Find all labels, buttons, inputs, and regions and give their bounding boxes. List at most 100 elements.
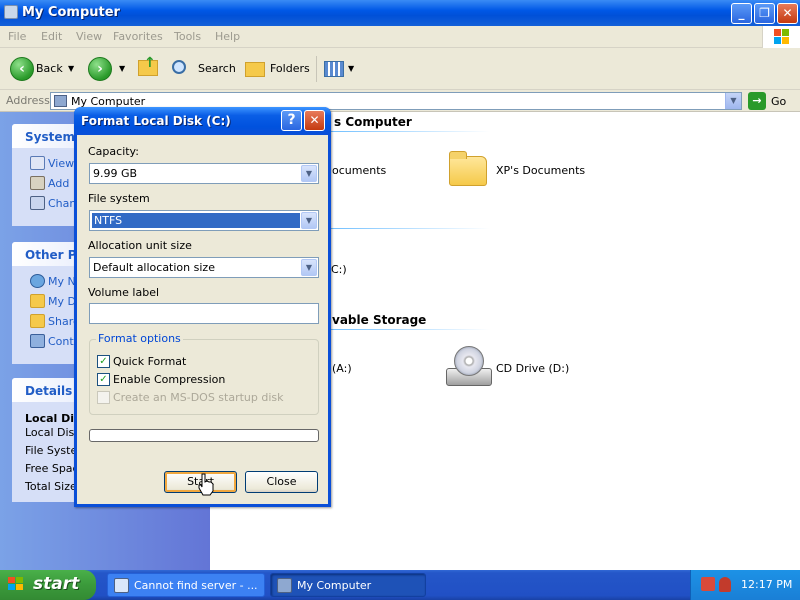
chevron-down-icon[interactable]: ▼ [301, 165, 317, 182]
taskbar-item-browser[interactable]: Cannot find server - ... [107, 573, 265, 597]
format-options-label: Format options [96, 332, 183, 345]
documents-item-label[interactable]: ocuments [332, 164, 386, 177]
msdos-startup-checkbox [97, 391, 110, 404]
back-button[interactable]: ‹ Back ▼ [8, 56, 78, 82]
filesystem-select[interactable]: NTFS ▼ [89, 210, 319, 231]
menu-help[interactable]: Help [215, 30, 240, 43]
dialog-title: Format Local Disk (C:) [81, 114, 231, 128]
link-label: Add [48, 177, 70, 190]
views-dropdown-icon: ▼ [348, 64, 355, 73]
windows-logo-icon [762, 26, 800, 48]
chevron-down-icon[interactable]: ▼ [301, 212, 317, 229]
search-button[interactable]: Search [168, 56, 236, 82]
menu-favorites[interactable]: Favorites [113, 30, 163, 43]
network-icon [30, 274, 45, 288]
computer-icon [4, 5, 18, 19]
taskbar: start Cannot find server - ... My Comput… [0, 570, 800, 600]
hand-cursor-icon [198, 473, 214, 496]
address-label: Address [6, 94, 50, 107]
browser-window-icon [114, 578, 129, 593]
back-dropdown-icon[interactable]: ▼ [68, 56, 74, 82]
format-options-group: Format options ✓ Quick Format ✓ Enable C… [89, 332, 319, 415]
start-button-taskbar[interactable]: start [0, 570, 96, 600]
floppy-drive-label[interactable]: (A:) [332, 362, 352, 375]
security-alert-icon[interactable] [701, 577, 715, 591]
menu-tools[interactable]: Tools [174, 30, 201, 43]
compression-label[interactable]: Enable Compression [113, 373, 225, 386]
link-label: Chan [48, 197, 77, 210]
menu-file[interactable]: File [8, 30, 26, 43]
help-button[interactable]: ? [281, 110, 302, 131]
section-divider [330, 131, 490, 132]
menu-view[interactable]: View [76, 30, 102, 43]
filesystem-label: File system [88, 192, 150, 205]
forward-dropdown-icon[interactable]: ▼ [119, 56, 125, 82]
system-tray: 12:17 PM [690, 570, 800, 600]
search-label: Search [198, 62, 236, 75]
views-button[interactable]: ▼ [322, 56, 356, 82]
up-arrow-icon: ↑ [144, 55, 156, 71]
clock: 12:17 PM [741, 578, 793, 591]
computer-icon [277, 578, 292, 593]
format-disk-dialog: Format Local Disk (C:) ? ✕ Capacity: 9.9… [74, 107, 331, 507]
taskbar-item-label: My Computer [297, 579, 372, 592]
security-shield-icon[interactable] [719, 577, 731, 592]
dialog-close-button[interactable]: Close [245, 471, 318, 493]
taskbar-item-my-computer[interactable]: My Computer [270, 573, 426, 597]
folders-icon [245, 62, 265, 77]
folders-button[interactable]: Folders [242, 56, 310, 82]
compression-checkbox[interactable]: ✓ [97, 373, 110, 386]
quick-format-checkbox[interactable]: ✓ [97, 355, 110, 368]
go-label: Go [771, 95, 787, 108]
start-label: start [33, 574, 80, 594]
folder-icon [30, 294, 45, 308]
dialog-titlebar[interactable]: Format Local Disk (C:) ? ✕ [74, 107, 331, 135]
volume-label-input[interactable] [89, 303, 319, 324]
allocation-label: Allocation unit size [88, 239, 192, 252]
quick-format-label[interactable]: Quick Format [113, 355, 186, 368]
minimize-button[interactable]: _ [731, 3, 752, 24]
standard-toolbar: ‹ Back ▼ › ▼ ↑ Search Folders ▼ [0, 48, 800, 90]
volume-label-caption: Volume label [88, 286, 160, 299]
xp-documents-label[interactable]: XP's Documents [496, 164, 585, 177]
cd-drive-label[interactable]: CD Drive (D:) [496, 362, 569, 375]
toolbar-separator [316, 56, 317, 82]
folder-icon[interactable] [449, 151, 487, 186]
menu-bar: File Edit View Favorites Tools Help [0, 26, 800, 48]
settings-icon [30, 196, 45, 210]
shared-folder-icon [30, 314, 45, 328]
control-panel-icon [30, 334, 45, 348]
dialog-close-icon[interactable]: ✕ [304, 110, 325, 131]
address-dropdown-icon[interactable]: ▼ [725, 93, 741, 109]
window-title: My Computer [22, 5, 120, 20]
forward-button[interactable]: › ▼ [86, 56, 130, 82]
close-button[interactable]: ✕ [777, 3, 798, 24]
taskbar-item-label: Cannot find server - ... [134, 579, 258, 592]
link-label: View [48, 157, 75, 170]
go-arrow-icon: → [748, 92, 766, 110]
local-disk-label[interactable]: C:) [331, 263, 347, 276]
search-icon [172, 60, 186, 74]
cd-drive-icon[interactable] [446, 346, 492, 390]
window-titlebar[interactable]: My Computer _ ❐ ✕ [0, 0, 800, 26]
section-divider [330, 228, 490, 229]
capacity-label: Capacity: [88, 145, 139, 158]
views-icon [324, 61, 344, 77]
computer-icon [54, 95, 67, 107]
up-folder-button[interactable]: ↑ [136, 56, 162, 82]
capacity-value: 9.99 GB [93, 167, 138, 180]
section-files-stored: s Computer [334, 115, 412, 129]
system-info-icon [30, 156, 45, 170]
section-divider [330, 329, 490, 330]
restore-button[interactable]: ❐ [754, 3, 775, 24]
allocation-value: Default allocation size [93, 261, 215, 274]
allocation-select[interactable]: Default allocation size ▼ [89, 257, 319, 278]
chevron-down-icon[interactable]: ▼ [301, 259, 317, 276]
forward-arrow-icon: › [88, 57, 112, 81]
windows-flag-icon [8, 577, 26, 593]
back-arrow-icon: ‹ [10, 57, 34, 81]
capacity-select[interactable]: 9.99 GB ▼ [89, 163, 319, 184]
filesystem-value: NTFS [92, 213, 300, 228]
menu-edit[interactable]: Edit [41, 30, 62, 43]
format-progress-bar [89, 429, 319, 442]
